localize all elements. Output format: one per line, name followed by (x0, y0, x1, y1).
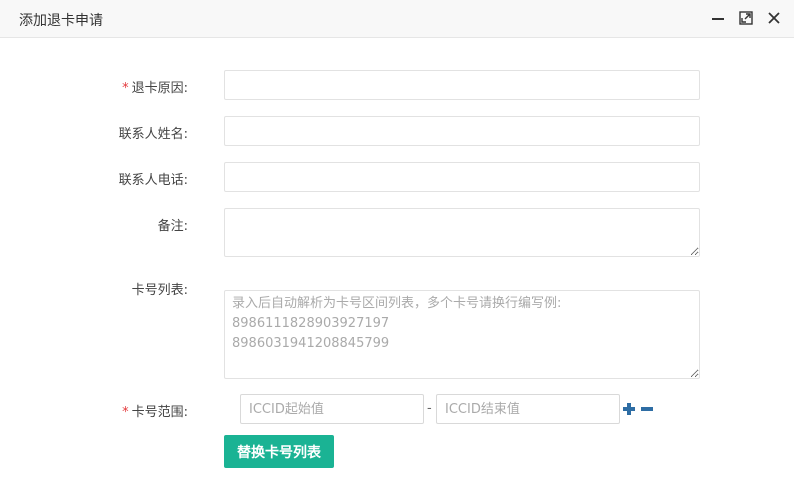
window-controls (710, 10, 782, 26)
required-star: * (122, 405, 129, 420)
minimize-icon[interactable] (710, 10, 726, 26)
card-range-label: * 卡号范围: (122, 405, 188, 420)
iccid-start-input[interactable] (240, 394, 424, 424)
contact-phone-input[interactable] (224, 162, 700, 192)
replace-card-list-button[interactable]: 替换卡号列表 (224, 435, 334, 468)
reason-label: * 退卡原因: (122, 81, 188, 96)
range-separator: - (427, 401, 432, 416)
maximize-icon[interactable] (738, 10, 754, 26)
add-card-return-dialog: 添加退卡申请 * 退卡原因: 联系人姓名: 联系人电话: 备注: 卡号列表: 录… (0, 0, 794, 500)
dialog-title: 添加退卡申请 (19, 13, 103, 29)
contact-name-label: 联系人姓名: (118, 127, 188, 142)
required-star: * (122, 81, 129, 96)
reason-input[interactable] (224, 70, 700, 100)
remark-label: 备注: (157, 219, 188, 234)
card-list-textarea[interactable] (224, 290, 700, 379)
iccid-end-input[interactable] (436, 394, 620, 424)
close-icon[interactable] (766, 10, 782, 26)
add-range-icon[interactable] (622, 402, 636, 416)
remove-range-icon[interactable] (640, 402, 654, 416)
remark-textarea[interactable] (224, 208, 700, 257)
contact-name-input[interactable] (224, 116, 700, 146)
dialog-titlebar: 添加退卡申请 (0, 0, 794, 38)
contact-phone-label: 联系人电话: (118, 173, 188, 188)
card-list-label: 卡号列表: (131, 283, 188, 298)
